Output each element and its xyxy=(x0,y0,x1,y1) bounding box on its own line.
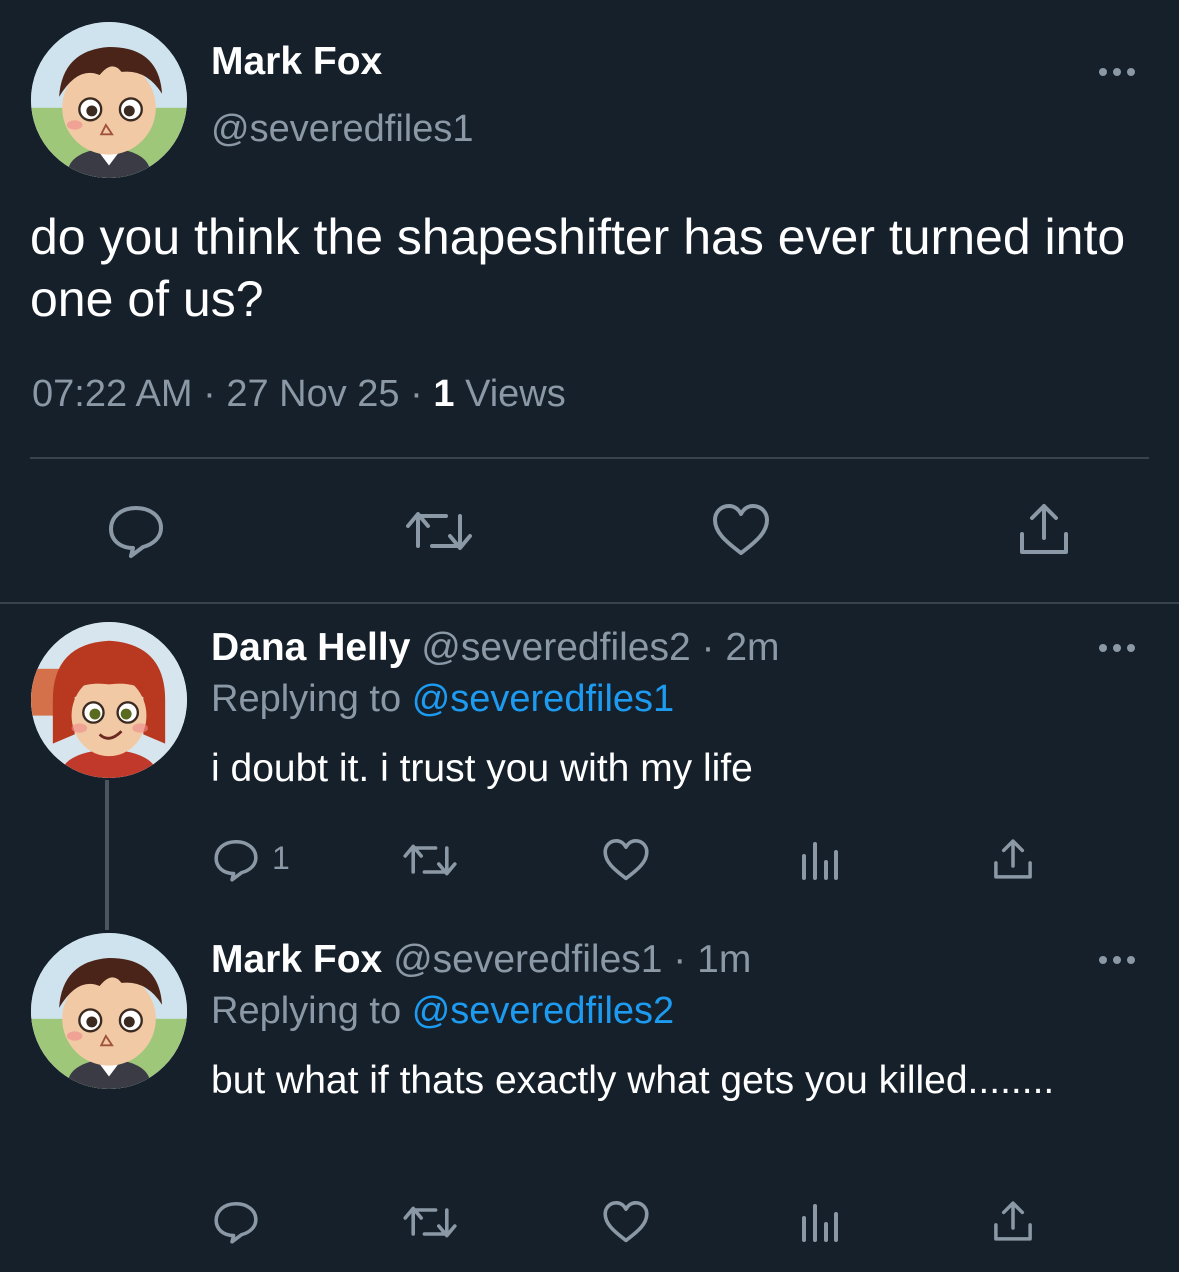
divider xyxy=(0,602,1179,604)
views-label: Views xyxy=(465,373,566,415)
reply-icon[interactable] xyxy=(213,1200,259,1244)
like-icon[interactable] xyxy=(711,503,771,557)
retweet-icon[interactable] xyxy=(406,506,472,556)
reply-icon[interactable] xyxy=(213,838,259,882)
avatar-mark-fox[interactable] xyxy=(31,22,187,178)
meta-separator: · xyxy=(203,373,216,415)
meta-separator: · xyxy=(701,626,715,669)
share-icon[interactable] xyxy=(991,1200,1035,1242)
analytics-icon[interactable] xyxy=(800,1202,840,1242)
meta-separator: · xyxy=(673,938,687,981)
replying-to-link[interactable]: @severedfiles1 xyxy=(412,678,674,720)
reply-icon[interactable] xyxy=(107,504,165,558)
more-options-icon[interactable] xyxy=(1095,628,1139,668)
author-handle[interactable]: @severedfiles1 xyxy=(211,108,473,151)
divider xyxy=(30,457,1149,459)
meta-separator: · xyxy=(410,373,423,415)
replying-prefix: Replying to xyxy=(211,678,402,720)
reply-header: Dana Helly @severedfiles2 · 2m xyxy=(211,626,780,670)
author-handle[interactable]: @severedfiles1 xyxy=(393,938,662,981)
reply-count: 1 xyxy=(272,840,290,876)
reply-age: 2m xyxy=(725,626,780,669)
more-options-icon[interactable] xyxy=(1095,940,1139,980)
author-handle[interactable]: @severedfiles2 xyxy=(421,626,690,669)
reply-age: 1m xyxy=(697,938,752,981)
replying-prefix: Replying to xyxy=(211,990,402,1032)
author-name[interactable]: Mark Fox xyxy=(211,40,382,84)
replying-to-link[interactable]: @severedfiles2 xyxy=(412,990,674,1032)
author-name[interactable]: Dana Helly xyxy=(211,626,410,669)
reply-text: i doubt it. i trust you with my life xyxy=(211,747,753,790)
share-icon[interactable] xyxy=(1016,502,1072,556)
retweet-icon[interactable] xyxy=(403,840,457,880)
reply-header: Mark Fox @severedfiles1 · 1m xyxy=(211,938,751,982)
like-icon[interactable] xyxy=(602,1200,650,1244)
tweet-time: 07:22 AM xyxy=(32,373,193,415)
replying-to-line: Replying to @severedfiles1 xyxy=(211,678,674,721)
tweet-date: 27 Nov 25 xyxy=(226,373,400,415)
avatar-dana-helly[interactable] xyxy=(31,622,187,778)
like-icon[interactable] xyxy=(602,838,650,882)
views-count: 1 xyxy=(433,373,455,415)
tweet-meta: 07:22 AM · 27 Nov 25 · 1 Views xyxy=(32,373,566,416)
thread-line xyxy=(105,780,109,930)
retweet-icon[interactable] xyxy=(403,1202,457,1242)
replying-to-line: Replying to @severedfiles2 xyxy=(211,990,674,1033)
share-icon[interactable] xyxy=(991,838,1035,880)
tweet-text: do you think the shapeshifter has ever t… xyxy=(30,209,1126,327)
reply-text: but what if thats exactly what gets you … xyxy=(211,1059,1055,1102)
avatar-mark-fox[interactable] xyxy=(31,933,187,1089)
author-name[interactable]: Mark Fox xyxy=(211,938,382,981)
analytics-icon[interactable] xyxy=(800,840,840,880)
more-options-icon[interactable] xyxy=(1095,52,1139,92)
